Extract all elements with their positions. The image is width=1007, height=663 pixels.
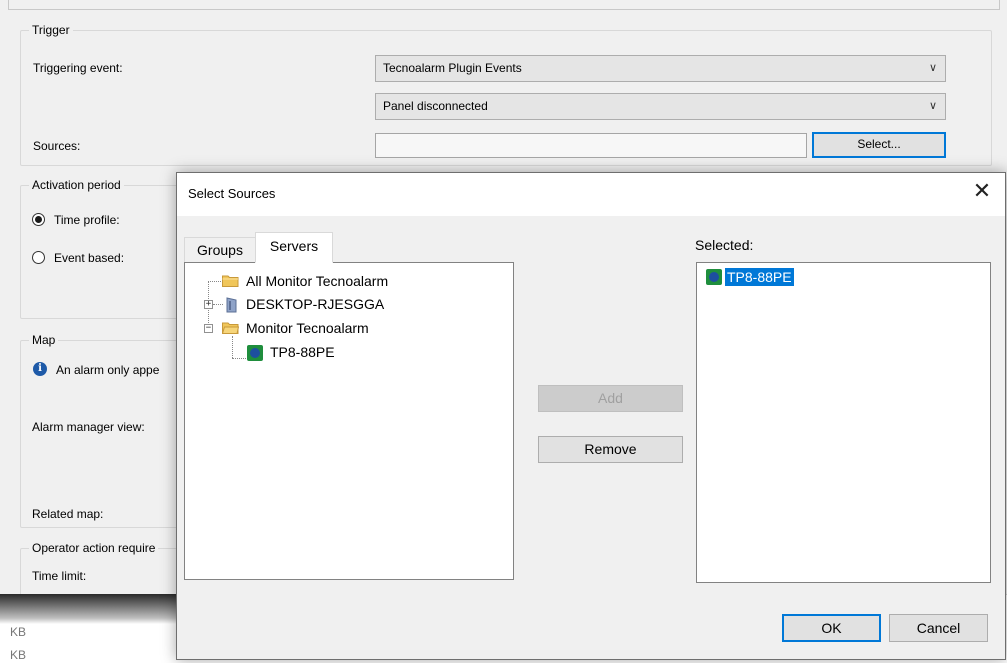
tab-groups[interactable]: Groups — [184, 237, 256, 262]
dialog-titlebar: Select Sources ✕ — [177, 173, 1005, 216]
map-info-text: An alarm only appe — [56, 363, 160, 377]
tree-connector — [232, 336, 233, 358]
event-based-label: Event based: — [54, 251, 125, 265]
sources-field[interactable] — [375, 133, 807, 158]
window-shadow — [0, 594, 180, 624]
event-category-dropdown[interactable]: Tecnoalarm Plugin Events ∨ — [375, 55, 946, 82]
event-category-value: Tecnoalarm Plugin Events — [383, 61, 522, 75]
device-icon — [706, 269, 722, 285]
collapse-icon[interactable]: − — [204, 324, 213, 333]
info-icon: i — [33, 362, 47, 376]
expand-icon[interactable]: + — [204, 300, 213, 309]
event-based-radio[interactable] — [32, 251, 45, 264]
ok-button[interactable]: OK — [782, 614, 881, 642]
cancel-button[interactable]: Cancel — [889, 614, 988, 642]
tree-item-label: All Monitor Tecnoalarm — [246, 273, 389, 289]
alarm-manager-view-label: Alarm manager view: — [32, 420, 145, 434]
previous-section-border — [8, 0, 1000, 10]
event-type-value: Panel disconnected — [383, 99, 488, 113]
select-sources-button[interactable]: Select... — [812, 132, 946, 158]
folder-icon — [222, 322, 239, 334]
tree-item-label: TP8-88PE — [270, 344, 335, 360]
trigger-group-title: Trigger — [29, 23, 73, 37]
selected-item-label: TP8-88PE — [725, 268, 794, 286]
tree-item-label: DESKTOP-RJESGGA — [246, 296, 385, 312]
size-unit-text: KB — [10, 625, 27, 639]
device-icon — [247, 345, 263, 361]
chevron-down-icon: ∨ — [928, 62, 937, 74]
selected-label: Selected: — [695, 237, 754, 253]
time-profile-label: Time profile: — [54, 213, 120, 227]
server-icon — [226, 297, 237, 313]
triggering-event-label: Triggering event: — [33, 61, 123, 75]
add-button[interactable]: Add — [538, 385, 683, 412]
tree-connector — [208, 281, 223, 282]
tree-connector — [232, 358, 246, 359]
close-icon[interactable]: ✕ — [969, 179, 995, 204]
tree-item-label: Monitor Tecnoalarm — [246, 320, 369, 336]
tree-item[interactable]: Monitor Tecnoalarm — [222, 320, 482, 338]
select-sources-dialog: Select Sources ✕ Groups Servers All Moni… — [176, 172, 1006, 660]
chevron-down-icon: ∨ — [928, 100, 937, 112]
tree-item[interactable]: TP8-88PE — [246, 344, 466, 362]
tree-item[interactable]: All Monitor Tecnoalarm — [222, 273, 482, 291]
tree-item[interactable]: DESKTOP-RJESGGA — [222, 296, 482, 314]
tab-servers[interactable]: Servers — [255, 232, 333, 263]
servers-tree[interactable]: All Monitor Tecnoalarm + DESKTOP-RJESGGA… — [184, 262, 514, 580]
map-group-title: Map — [29, 333, 59, 347]
event-type-dropdown[interactable]: Panel disconnected ∨ — [375, 93, 946, 120]
folder-icon — [222, 275, 239, 287]
sources-label: Sources: — [33, 139, 81, 153]
selected-list[interactable]: TP8-88PE — [696, 262, 991, 583]
dialog-title: Select Sources — [188, 186, 276, 201]
activation-period-title: Activation period — [29, 178, 124, 192]
size-unit-text: KB — [10, 648, 27, 662]
remove-button[interactable]: Remove — [538, 436, 683, 463]
related-map-label: Related map: — [32, 507, 104, 521]
selected-list-item[interactable]: TP8-88PE — [705, 268, 845, 286]
time-profile-radio[interactable] — [32, 213, 45, 226]
time-limit-label: Time limit: — [32, 569, 87, 583]
operator-action-title: Operator action require — [29, 541, 159, 555]
